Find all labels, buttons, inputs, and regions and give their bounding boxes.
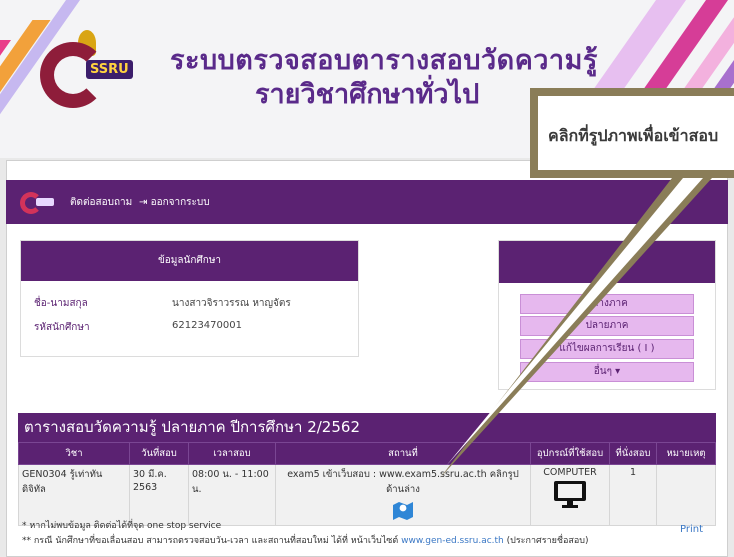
col-subject: วิชา: [18, 442, 130, 465]
student-id-label: รหัสนักศึกษา: [34, 322, 90, 333]
ssru-logo: SSRU: [40, 30, 150, 120]
name-label: ชื่อ-นามสกุล: [34, 298, 88, 309]
footer-notes: * หากไม่พบข้อมูล ติดต่อได้ที่จุด one sto…: [22, 519, 589, 549]
cell-time: 08:00 น. - 11:00 น.: [188, 464, 276, 526]
nav-logo[interactable]: [20, 188, 54, 216]
col-device: อุปกรณ์ที่ใช้สอบ: [530, 442, 610, 465]
print-link[interactable]: Print: [680, 524, 703, 535]
computer-monitor-icon: [554, 481, 586, 508]
exam-menu-header: [499, 241, 715, 283]
callout-text: คลิกที่รูปภาพเพื่อเข้าสอบ: [538, 96, 734, 170]
exam-schedule-table: วิชา วันที่สอบ เวลาสอบ สถานที่ อุปกรณ์ที…: [18, 442, 716, 526]
cell-place: exam5 เข้าเว็บสอบ : www.exam5.ssru.ac.th…: [275, 464, 531, 526]
cell-seat: 1: [609, 464, 657, 526]
col-place: สถานที่: [275, 442, 531, 465]
col-time: เวลาสอบ: [188, 442, 276, 465]
logout-icon: ⇥: [139, 197, 148, 208]
cell-device: COMPUTER: [530, 464, 610, 526]
top-navbar: ติดต่อสอบถาม ⇥ ออกจากระบบ: [6, 180, 728, 224]
logout-link[interactable]: ⇥ ออกจากระบบ: [139, 195, 210, 210]
exam-schedule-title: ตารางสอบวัดความรู้ ปลายภาค ปีการศึกษา 2/…: [18, 413, 716, 442]
table-row: GEN0304 รู้เท่าทันดิจิทัล 30 มี.ค. 2563 …: [18, 464, 716, 526]
menu-midterm[interactable]: กลางภาค: [520, 294, 694, 314]
note-line-1: * หากไม่พบข้อมูล ติดต่อได้ที่จุด one sto…: [22, 521, 222, 531]
student-id-value: 62123470001: [172, 320, 242, 331]
note-line-2: ** กรณี นักศึกษาที่ขอเลื่อนสอบ สามารถตรว…: [22, 536, 589, 546]
gen-ed-link[interactable]: www.gen-ed.ssru.ac.th: [401, 536, 504, 546]
map-icon[interactable]: [392, 500, 414, 520]
menu-grade-fix[interactable]: แก้ไขผลการเรียน ( I ): [520, 339, 694, 359]
callout-box: คลิกที่รูปภาพเพื่อเข้าสอบ: [530, 88, 734, 178]
col-note: หมายเหตุ: [656, 442, 716, 465]
col-date: วันที่สอบ: [129, 442, 189, 465]
banner-title-line2: รายวิชาศึกษาทั่วไป: [255, 79, 480, 110]
cell-date: 30 มี.ค. 2563: [129, 464, 189, 526]
cell-note: [656, 464, 716, 526]
name-value: นางสาวจิราวรรณ หาญจัตร: [172, 298, 291, 309]
contact-link[interactable]: ติดต่อสอบถาม: [70, 195, 132, 210]
menu-other[interactable]: อื่นๆ ▾: [520, 362, 694, 382]
menu-final[interactable]: ปลายภาค: [520, 316, 694, 336]
student-info-header: ข้อมูลนักศึกษา: [21, 241, 358, 281]
col-seat: ที่นั่งสอบ: [609, 442, 657, 465]
cell-subject: GEN0304 รู้เท่าทันดิจิทัล: [18, 464, 130, 526]
